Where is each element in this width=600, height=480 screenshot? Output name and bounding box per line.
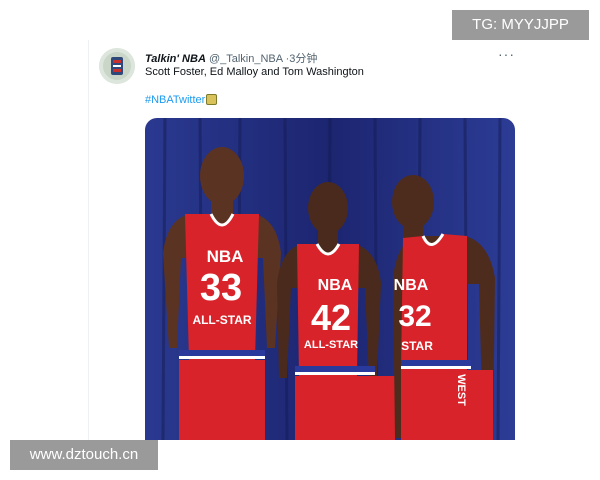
- jersey-logo: NBA: [318, 277, 353, 294]
- avatar[interactable]: [99, 48, 135, 84]
- display-name[interactable]: Talkin' NBA: [145, 53, 206, 65]
- tweet-time[interactable]: 3分钟: [289, 53, 317, 65]
- tweet-image[interactable]: NBA 33 ALL-STAR NBA 42 ALL-STAR NBA 32 S…: [145, 118, 515, 440]
- jersey-number: 33: [200, 267, 242, 309]
- jersey-caption: ALL-STAR: [304, 339, 358, 351]
- shorts-side-label: WEST: [455, 374, 467, 406]
- players-photo: NBA 33 ALL-STAR NBA 42 ALL-STAR NBA 32 S…: [145, 118, 515, 440]
- user-handle[interactable]: @_Talkin_NBA: [209, 53, 283, 65]
- jersey-logo: NBA: [394, 277, 429, 294]
- watermark-website: www.dztouch.cn: [10, 440, 158, 470]
- jersey-number: 42: [311, 297, 351, 338]
- more-options-button[interactable]: ···: [498, 46, 515, 62]
- tweet-card[interactable]: Talkin' NBA @_Talkin_NBA ·3分钟 ··· Scott …: [88, 40, 529, 450]
- tweet-header: Talkin' NBA @_Talkin_NBA ·3分钟: [145, 50, 317, 66]
- jersey-caption: ALL-STAR: [192, 313, 251, 327]
- talkin-nba-logo-icon: [99, 48, 135, 84]
- jersey-number: 32: [398, 300, 431, 333]
- tweet-text: Scott Foster, Ed Malloy and Tom Washingt…: [145, 66, 364, 78]
- jersey-caption: STAR: [401, 339, 433, 353]
- watermark-telegram: TG: MYYJJPP: [452, 10, 589, 40]
- jersey-logo: NBA: [207, 247, 244, 266]
- hashtag-link[interactable]: #NBATwitter: [145, 94, 205, 106]
- hashflag-emoji-icon: [206, 94, 218, 105]
- hashtag-row: #NBATwitter: [145, 94, 218, 106]
